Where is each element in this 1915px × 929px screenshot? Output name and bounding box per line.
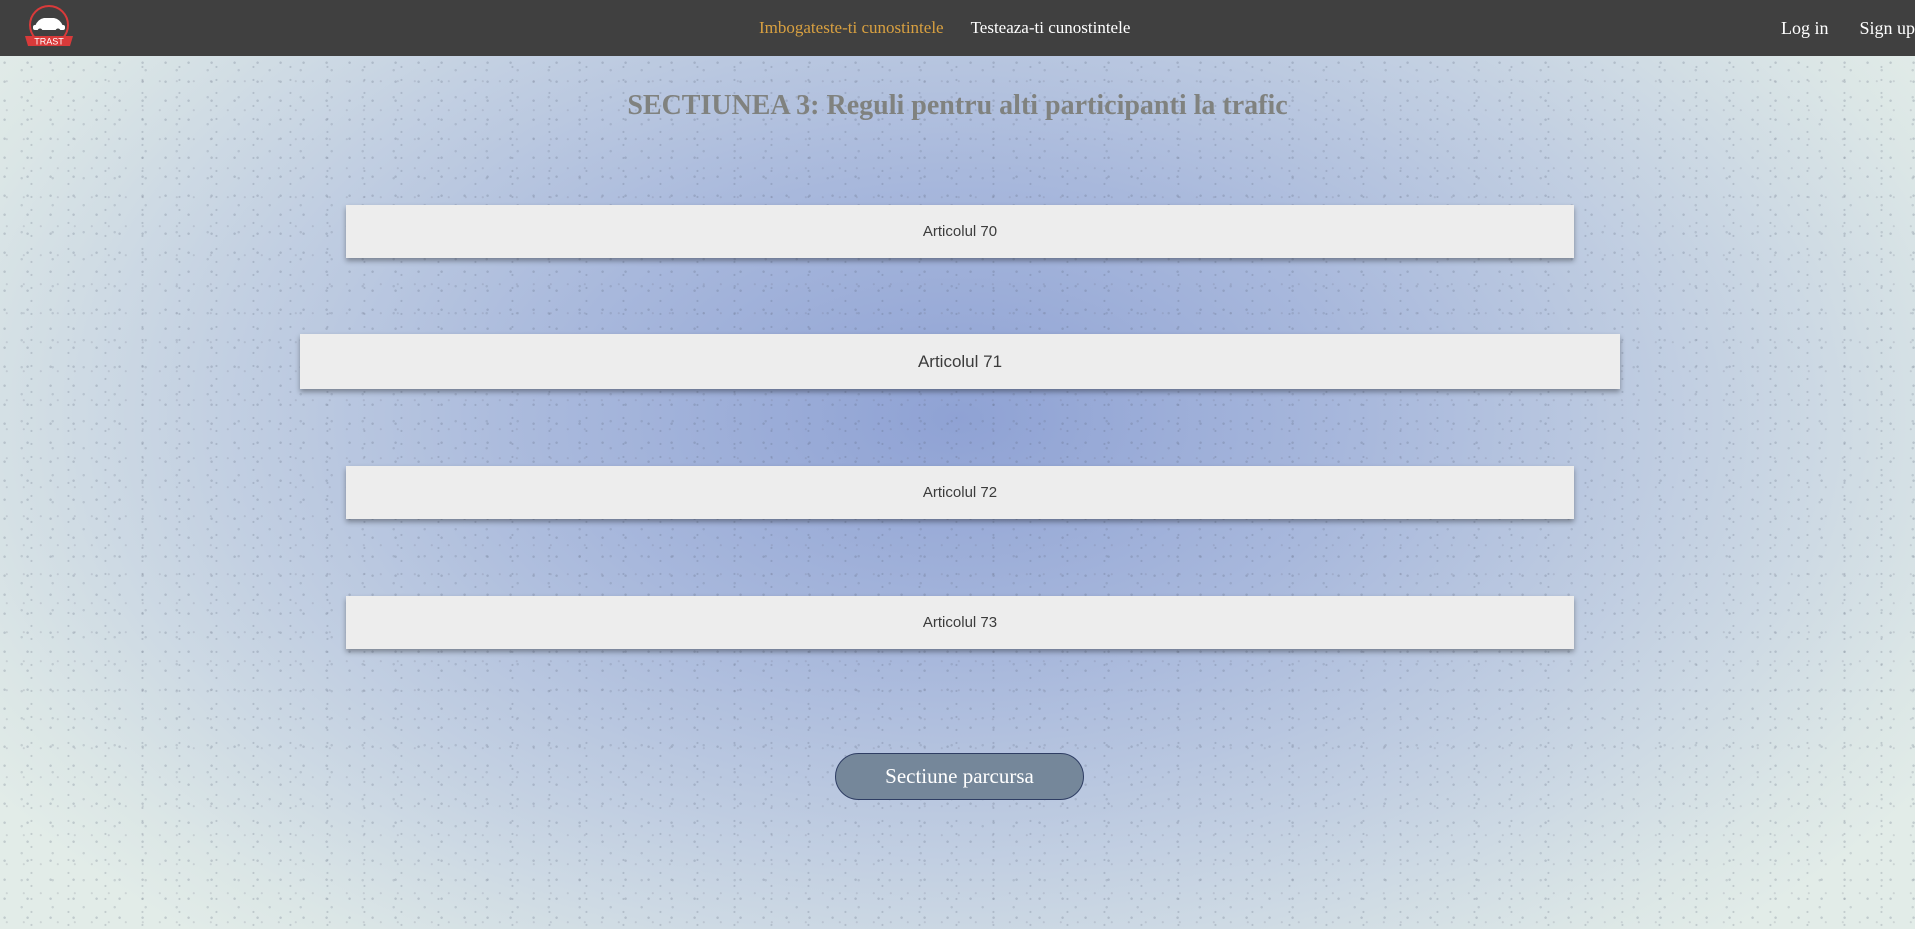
nav-link-testeaza[interactable]: Testeaza-ti cunostintele	[971, 18, 1131, 38]
section-done-button[interactable]: Sectiune parcursa	[835, 753, 1084, 800]
auth-nav: Log in Sign up	[1781, 0, 1915, 56]
svg-text:TRAST: TRAST	[34, 37, 64, 47]
top-navbar: TRAST Imbogateste-ti cunostintele Testea…	[0, 0, 1915, 56]
article-item[interactable]: Articolul 71	[300, 334, 1620, 389]
signup-link[interactable]: Sign up	[1859, 18, 1915, 39]
article-label: Articolul 72	[922, 484, 998, 501]
article-item[interactable]: Articolul 72	[346, 466, 1574, 519]
main-nav: Imbogateste-ti cunostintele Testeaza-ti …	[759, 0, 1130, 56]
page-title: SECTIUNEA 3: Reguli pentru alti particip…	[627, 90, 1288, 121]
article-label: Articolul 71	[917, 351, 1003, 371]
car-logo-icon[interactable]: TRAST	[22, 4, 76, 50]
article-item[interactable]: Articolul 70	[346, 205, 1574, 258]
article-label: Articolul 73	[922, 614, 998, 631]
article-item[interactable]: Articolul 73	[346, 596, 1574, 649]
login-link[interactable]: Log in	[1781, 18, 1829, 39]
nav-link-imbogateste[interactable]: Imbogateste-ti cunostintele	[759, 18, 944, 38]
article-label: Articolul 70	[922, 223, 998, 240]
